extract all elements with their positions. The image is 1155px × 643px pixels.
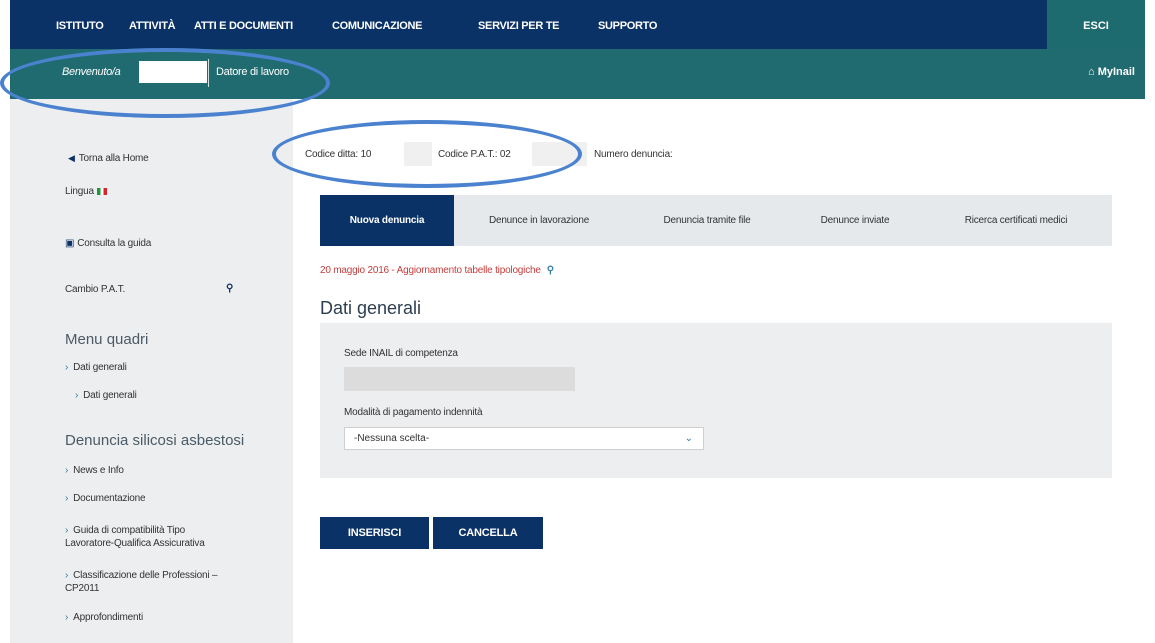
language-label: Lingua xyxy=(65,186,94,197)
sidebar-item-guida-compatibilita[interactable]: › Guida di compatibilità Tipo xyxy=(65,525,185,536)
highlight-oval-codes xyxy=(272,120,582,188)
insert-button[interactable]: INSERISCI xyxy=(320,517,429,549)
home-icon: ⌂ xyxy=(1087,66,1095,78)
guide-label: Consulta la guida xyxy=(77,238,152,249)
logout-button[interactable]: ESCI xyxy=(1047,0,1145,49)
sidebar-item-label: Guida di compatibilità Tipo xyxy=(73,525,186,536)
pagamento-selected-value: -Nessuna scelta- xyxy=(354,433,430,444)
pagamento-label: Modalità di pagamento indennità xyxy=(344,407,483,418)
top-navigation-bar: ISTITUTO ATTIVITÀ ATTI E DOCUMENTI COMUN… xyxy=(10,0,1145,49)
tab-ricerca-certificati[interactable]: Ricerca certificati medici xyxy=(920,195,1112,246)
sidebar-item-news[interactable]: › News e Info xyxy=(65,465,124,476)
sidebar-item-label: Classificazione delle Professioni – xyxy=(73,570,218,581)
back-home-label: Torna alla Home xyxy=(78,153,149,164)
chevron-right-icon: › xyxy=(65,493,69,504)
numero-denuncia: Numero denuncia: xyxy=(594,149,673,160)
nav-servizi-per-te[interactable]: SERVIZI PER TE xyxy=(478,20,559,32)
language-selector[interactable]: Lingua xyxy=(65,186,107,197)
sidebar-item-approfondimenti[interactable]: › Approfondimenti xyxy=(65,612,143,623)
update-notice-text: 20 maggio 2016 - Aggiornamento tabelle t… xyxy=(320,265,541,276)
cancel-button[interactable]: CANCELLA xyxy=(433,517,543,549)
sidebar-item-label: Dati generali xyxy=(83,390,137,401)
sidebar-item-documentazione[interactable]: › Documentazione xyxy=(65,493,146,504)
nav-atti-e-documenti[interactable]: ATTI E DOCUMENTI xyxy=(194,20,293,32)
chevron-right-icon: › xyxy=(75,390,79,401)
form-panel xyxy=(320,323,1112,478)
search-icon: ⚲ xyxy=(546,265,554,276)
nav-attivita[interactable]: ATTIVITÀ xyxy=(129,20,176,32)
highlight-oval-welcome xyxy=(0,48,330,118)
sidebar-subitem-dati-generali[interactable]: › Dati generali xyxy=(75,390,137,401)
chevron-down-icon: ⌄ xyxy=(684,433,693,444)
guide-link[interactable]: ▣ Consulta la guida xyxy=(65,238,151,249)
sidebar-item-label-cont[interactable]: Lavoratore-Qualifica Assicurativa xyxy=(65,538,205,549)
nav-istituto[interactable]: ISTITUTO xyxy=(56,20,104,32)
mynail-label: MyInail xyxy=(1097,66,1135,78)
nav-supporto[interactable]: SUPPORTO xyxy=(598,20,657,32)
sidebar-item-label: Documentazione xyxy=(73,493,146,504)
pagamento-select[interactable]: -Nessuna scelta- ⌄ xyxy=(344,427,704,450)
tab-denunce-in-lavorazione[interactable]: Denunce in lavorazione xyxy=(454,195,624,246)
book-icon: ▣ xyxy=(65,238,75,249)
menu-quadri-title: Menu quadri xyxy=(65,331,149,348)
sidebar-item-classificazione[interactable]: › Classificazione delle Professioni – xyxy=(65,570,218,581)
search-icon[interactable]: ⚲ xyxy=(226,283,233,294)
tab-denuncia-tramite-file[interactable]: Denuncia tramite file xyxy=(624,195,790,246)
sidebar-item-dati-generali[interactable]: › Dati generali xyxy=(65,362,127,373)
mynail-link[interactable]: ⌂ MyInail xyxy=(1088,66,1135,78)
italian-flag-icon[interactable] xyxy=(96,188,107,195)
back-to-home-link[interactable]: ◀ Torna alla Home xyxy=(68,153,149,164)
back-arrow-icon: ◀ xyxy=(68,153,75,163)
chevron-right-icon: › xyxy=(65,465,69,476)
chevron-right-icon: › xyxy=(65,525,69,536)
sidebar-item-label: Dati generali xyxy=(73,362,127,373)
page-title: Dati generali xyxy=(320,298,422,318)
sidebar xyxy=(10,99,293,643)
chevron-right-icon: › xyxy=(65,570,69,581)
sidebar-item-label: Approfondimenti xyxy=(73,612,143,623)
sede-field xyxy=(344,367,575,391)
update-notice-link[interactable]: 20 maggio 2016 - Aggiornamento tabelle t… xyxy=(320,265,554,276)
chevron-right-icon: › xyxy=(65,362,69,373)
section-title-denuncia: Denuncia silicosi asbestosi xyxy=(65,432,245,449)
tab-nuova-denuncia[interactable]: Nuova denuncia xyxy=(320,195,454,246)
cambio-pat-label: Cambio P.A.T. xyxy=(65,284,126,295)
chevron-right-icon: › xyxy=(65,612,69,623)
tab-bar: Nuova denuncia Denunce in lavorazione De… xyxy=(320,195,1112,246)
tab-denunce-inviate[interactable]: Denunce inviate xyxy=(790,195,920,246)
sidebar-item-label-cont[interactable]: CP2011 xyxy=(65,583,99,594)
sede-label: Sede INAIL di competenza xyxy=(344,348,458,359)
nav-comunicazione[interactable]: COMUNICAZIONE xyxy=(332,20,423,32)
sidebar-item-label: News e Info xyxy=(73,465,124,476)
